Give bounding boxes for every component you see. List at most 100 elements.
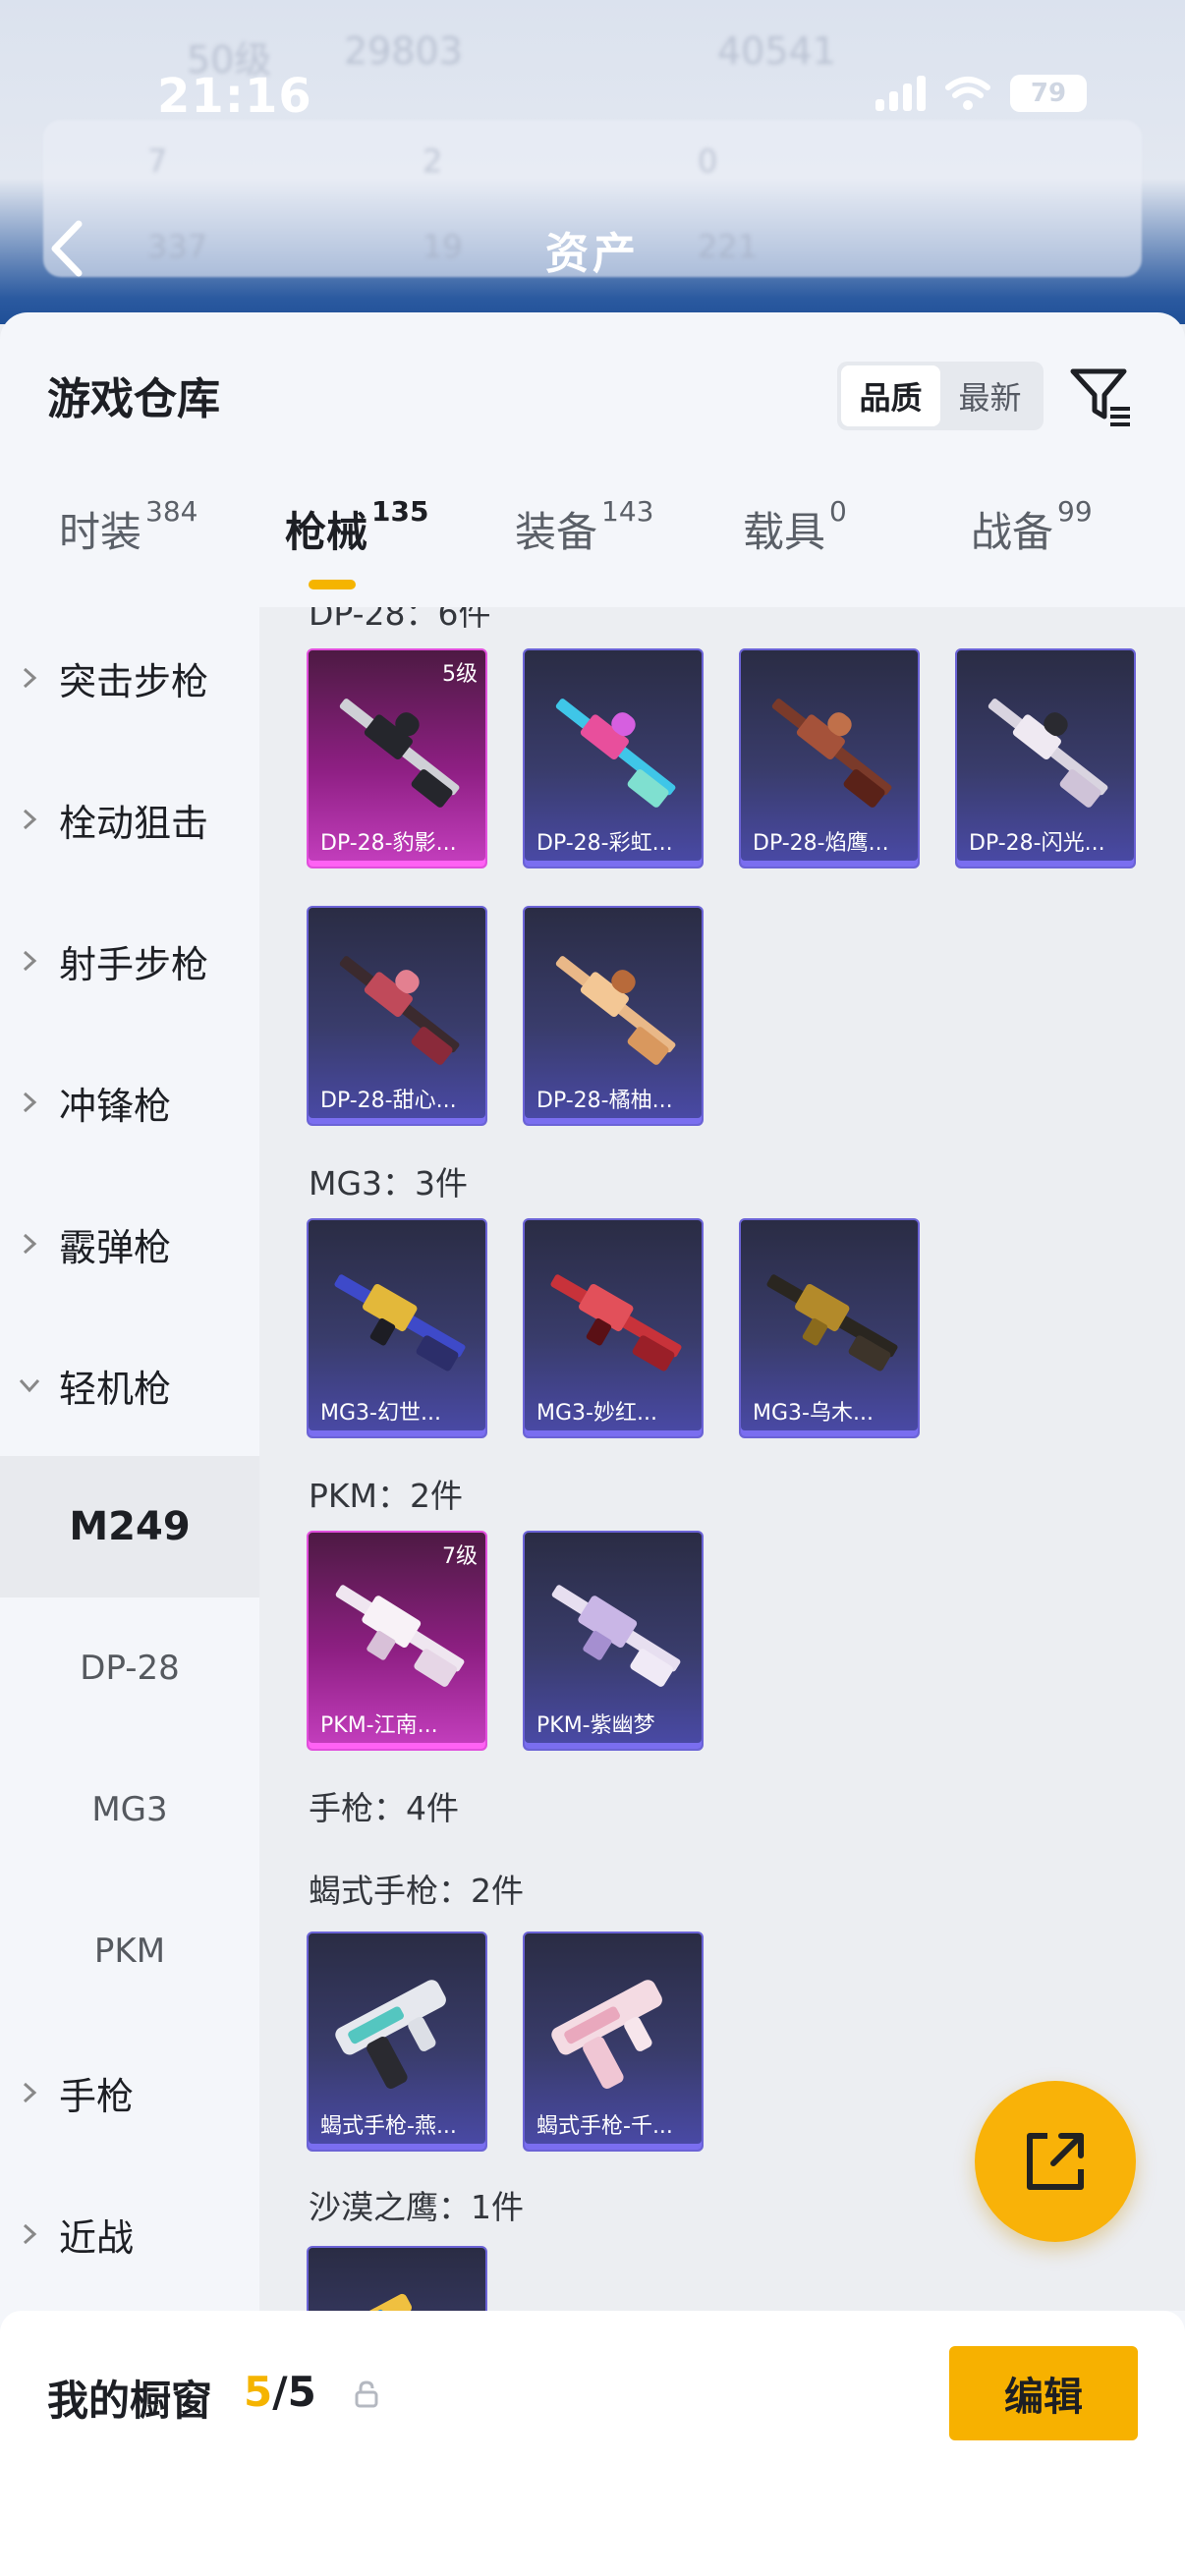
sidebar-item-label: 突击步枪 [59,659,209,703]
sidebar-item-label: 栓动狙击 [59,801,209,845]
tab-fashion[interactable]: 时装 384 [59,495,198,607]
filter-icon [1070,368,1130,426]
sidebar-item-lmg[interactable]: 轻机枪 [0,1315,259,1456]
wifi-icon [945,77,990,110]
share-button[interactable] [975,2081,1136,2242]
chevron-right-icon [0,948,59,974]
weapon-card[interactable]: DP-28-甜心... [307,906,487,1126]
weapon-name: 蝎式手枪-燕... [320,2114,457,2139]
weapon-name: DP-28-彩虹... [536,831,673,856]
lmg-skin-icon [551,1585,681,1687]
battery-indicator: 79 [1010,75,1087,112]
group-label-pistol: 手枪：4件 [309,1789,459,1827]
lmg-skin-icon [550,1274,682,1372]
weapon-card[interactable]: DP-28-闪光... [955,648,1136,868]
sidebar-item-smg[interactable]: 冲锋枪 [0,1032,259,1173]
tab-gear[interactable]: 战备 99 [971,495,1093,607]
tab-count: 384 [145,495,198,528]
sort-toggle: 品质 最新 [837,362,1044,430]
ghost-stat-2: 2 [423,142,443,180]
showcase-bar: 我的橱窗 5/5 编辑 [0,2311,1185,2576]
lmg-skin-icon [555,956,676,1065]
active-tab-indicator [309,580,356,589]
weapon-card[interactable]: 蝎式手枪-千... [523,1932,704,2152]
sidebar-item-label: 冲锋枪 [59,1084,172,1128]
tab-label: 枪械 [285,508,368,556]
chevron-right-icon [0,2080,59,2105]
group-label-pkm: PKM：2件 [309,1477,464,1515]
weapon-name: PKM-江南... [320,1713,438,1738]
group-label-dp28: DP-28：6件 [309,607,491,633]
ghost-coins: 29803 [344,29,463,73]
lmg-skin-icon [555,699,676,808]
weapon-card[interactable]: 7级 PKM-江南... [307,1531,487,1751]
ghost-stat-3: 0 [698,142,718,180]
chevron-right-icon [0,665,59,691]
weapon-card[interactable]: DP-28-彩虹... [523,648,704,868]
sidebar-item-label: 近战 [59,2215,135,2260]
warehouse-sheet: 游戏仓库 品质 最新 时装 384 枪械 135 装备 143 载具 0 战备 99 [0,312,1185,2576]
pistol-skin-icon [551,1980,662,2089]
lmg-skin-icon [988,699,1108,808]
weapon-card[interactable]: 蝎式手枪-燕... [307,1932,487,2152]
status-time: 21:16 [157,69,312,124]
pistol-skin-icon [322,2293,412,2311]
weapon-name: DP-28-闪光... [969,831,1105,856]
sort-by-quality[interactable]: 品质 [841,365,940,426]
weapon-card[interactable]: MG3-乌木... [739,1218,920,1438]
weapon-category-sidebar: 突击步枪 栓动狙击 射手步枪 冲锋枪 霰弹枪 轻机枪 M249 DP-28 MG… [0,607,259,2311]
lmg-skin-icon [771,699,892,808]
sidebar-item-shotgun[interactable]: 霰弹枪 [0,1173,259,1315]
weapon-name: DP-28-焰鹰... [753,831,889,856]
chevron-right-icon [0,807,59,832]
showcase-current: 5 [244,2368,273,2416]
weapon-card[interactable]: MG3-妙红... [523,1218,704,1438]
lock-icon [355,2380,378,2408]
tab-guns[interactable]: 枪械 135 [285,495,428,607]
sidebar-item-bolt-sniper[interactable]: 栓动狙击 [0,749,259,890]
weapon-name: PKM-紫幽梦 [536,1713,655,1738]
pistol-skin-icon [335,1980,446,2089]
tab-equipment[interactable]: 装备 143 [515,495,653,607]
tab-vehicles[interactable]: 载具 0 [743,495,847,607]
sidebar-subitem-pkm[interactable]: PKM [0,1880,259,2022]
lmg-skin-icon [334,1274,466,1372]
sidebar-item-assault-rifle[interactable]: 突击步枪 [0,607,259,749]
weapon-card[interactable]: PKM-紫幽梦 [523,1531,704,1751]
tab-count: 143 [601,495,654,528]
sidebar-subitem-dp28[interactable]: DP-28 [0,1597,259,1739]
sort-by-newest[interactable]: 最新 [940,365,1040,426]
weapon-card[interactable]: DP-28-焰鹰... [739,648,920,868]
weapon-name: DP-28-豹影... [320,831,457,856]
page-title: 资产 [545,229,640,279]
weapon-card[interactable] [307,2246,487,2311]
tab-label: 时装 [59,508,142,556]
group-label-deagle: 沙漠之鹰：1件 [309,2188,524,2226]
weapon-card[interactable]: DP-28-橘柚... [523,906,704,1126]
ghost-stat-1: 7 [147,142,168,180]
sidebar-subitem-m249[interactable]: M249 [0,1456,259,1597]
chevron-right-icon [0,1231,59,1257]
lmg-skin-icon [339,956,460,1065]
sidebar-item-label: 霰弹枪 [59,1225,172,1269]
weapon-card[interactable]: MG3-幻世... [307,1218,487,1438]
edit-showcase-button[interactable]: 编辑 [949,2346,1138,2440]
chevron-down-icon [0,1372,59,1398]
sidebar-item-marksman-rifle[interactable]: 射手步枪 [0,890,259,1032]
ghost-points: 40541 [717,29,836,73]
weapon-name: MG3-幻世... [320,1401,441,1426]
group-label-mg3: MG3：3件 [309,1164,469,1203]
weapon-name: 蝎式手枪-千... [536,2114,673,2139]
filter-button[interactable] [1069,364,1134,428]
sidebar-item-pistol[interactable]: 手枪 [0,2022,259,2163]
sidebar-subitem-mg3[interactable]: MG3 [0,1739,259,1880]
category-tabs: 时装 384 枪械 135 装备 143 载具 0 战备 99 [0,495,1185,607]
showcase-label: 我的橱窗 [47,2377,213,2425]
sidebar-item-melee[interactable]: 近战 [0,2163,259,2305]
tab-label: 载具 [743,508,826,556]
cellular-signal-icon [875,76,926,111]
weapon-card[interactable]: 5级 DP-28-豹影... [307,648,487,868]
tab-label: 战备 [971,508,1054,556]
weapon-name: DP-28-甜心... [320,1089,457,1113]
showcase-count: 5/5 [244,2368,316,2416]
